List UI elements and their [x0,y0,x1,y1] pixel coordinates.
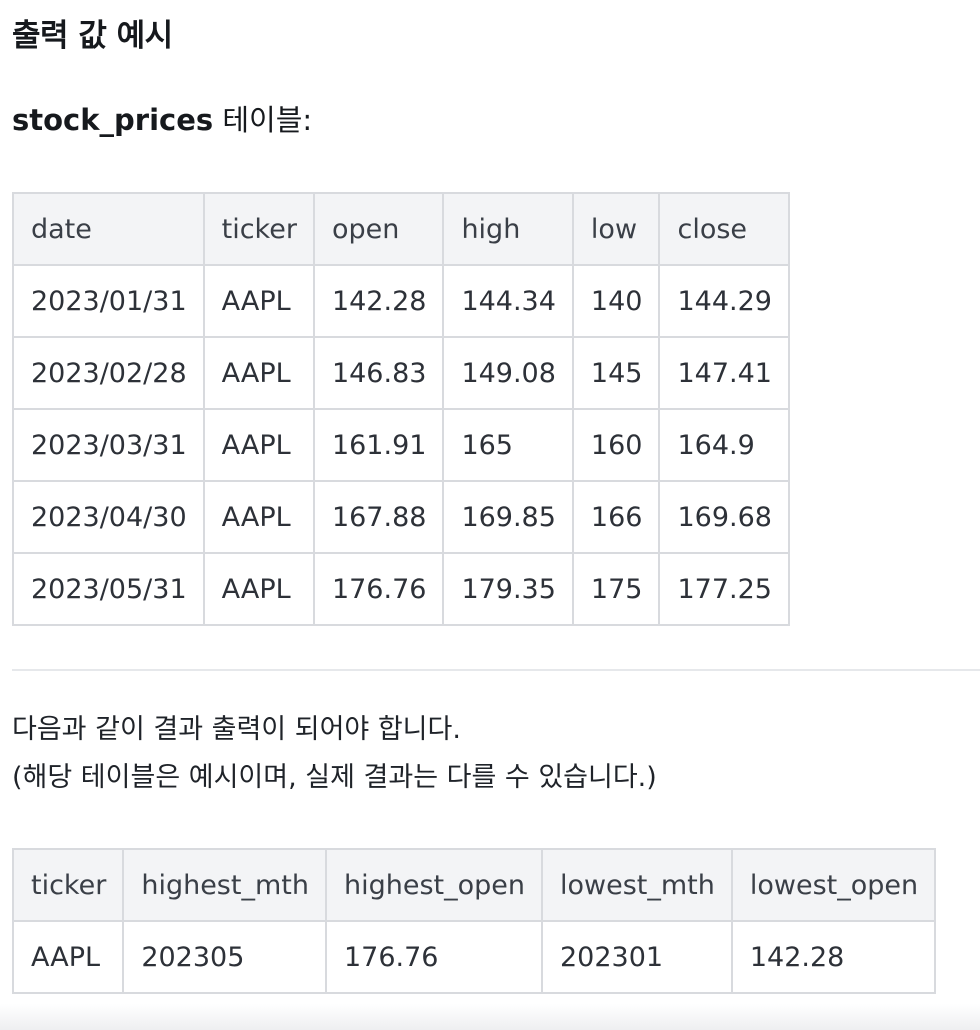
table-cell: 169.85 [442,480,574,554]
column-header-lowest-mth: lowest_mth [540,848,733,922]
column-header-highest-mth: highest_mth [122,848,327,922]
table-row: 2023/05/31 AAPL 176.76 179.35 175 177.25 [12,552,790,626]
table-cell: 176.76 [312,552,445,626]
table-cell: 177.25 [658,552,790,626]
table-cell: 179.35 [442,552,574,626]
table-cell: 176.76 [324,920,543,994]
column-header-high: high [442,192,574,266]
table-cell: 2023/02/28 [12,336,205,410]
table-row: 2023/01/31 AAPL 142.28 144.34 140 144.29 [12,264,790,338]
table-cell: AAPL [11,920,125,994]
column-header-highest-open: highest_open [324,848,543,922]
table-cell: 147.41 [658,336,790,410]
table-cell: 167.88 [312,480,445,554]
table-cell: AAPL [202,264,315,338]
table-row: 2023/03/31 AAPL 161.91 165 160 164.9 [12,408,790,482]
column-header-ticker: ticker [202,192,315,266]
table-caption: stock_prices 테이블: [12,98,312,142]
table-header-row: ticker highest_mth highest_open lowest_m… [11,848,937,922]
table-cell: AAPL [202,480,315,554]
table-cell: 161.91 [312,408,445,482]
column-header-ticker: ticker [11,848,125,922]
column-header-close: close [658,192,790,266]
table-cell: 2023/01/31 [12,264,205,338]
description-line-1: 다음과 같이 결과 출력이 되어야 합니다. [12,714,461,745]
table-row: 2023/04/30 AAPL 167.88 169.85 166 169.68 [12,480,790,554]
column-header-open: open [312,192,445,266]
stock-prices-table: date ticker open high low close 2023/01/… [12,192,790,626]
table-cell: 2023/04/30 [12,480,205,554]
table-caption-suffix: 테이블: [213,103,313,137]
table-cell: 144.29 [658,264,790,338]
table-row: AAPL 202305 176.76 202301 142.28 [11,920,937,994]
column-header-date: date [12,192,205,266]
table-cell: AAPL [202,408,315,482]
table-cell: 142.28 [312,264,445,338]
description-line-2: (해당 테이블은 예시이며, 실제 결과는 다를 수 있습니다.) [12,762,657,793]
table-cell: AAPL [202,336,315,410]
table-cell: 144.34 [442,264,574,338]
table-cell: 164.9 [658,408,790,482]
horizontal-divider [12,669,980,671]
table-cell: 160 [571,408,661,482]
table-cell: AAPL [202,552,315,626]
bottom-fade [0,1004,980,1030]
table-cell: 169.68 [658,480,790,554]
table-cell: 175 [571,552,661,626]
table-cell: 149.08 [442,336,574,410]
expected-result-table: ticker highest_mth highest_open lowest_m… [11,848,937,994]
table-cell: 166 [571,480,661,554]
table-cell: 202301 [540,920,733,994]
table-cell: 142.28 [730,920,937,994]
table-cell: 146.83 [312,336,445,410]
column-header-low: low [571,192,661,266]
table-name: stock_prices [12,103,214,137]
table-cell: 202305 [122,920,327,994]
table-cell: 2023/05/31 [12,552,205,626]
table-cell: 165 [442,408,574,482]
table-cell: 145 [571,336,661,410]
column-header-lowest-open: lowest_open [730,848,937,922]
section-heading: 출력 값 예시 [12,18,173,54]
table-cell: 2023/03/31 [12,408,205,482]
table-row: 2023/02/28 AAPL 146.83 149.08 145 147.41 [12,336,790,410]
table-cell: 140 [571,264,661,338]
result-description: 다음과 같이 결과 출력이 되어야 합니다. (해당 테이블은 예시이며, 실제… [12,706,657,802]
table-header-row: date ticker open high low close [12,192,790,266]
